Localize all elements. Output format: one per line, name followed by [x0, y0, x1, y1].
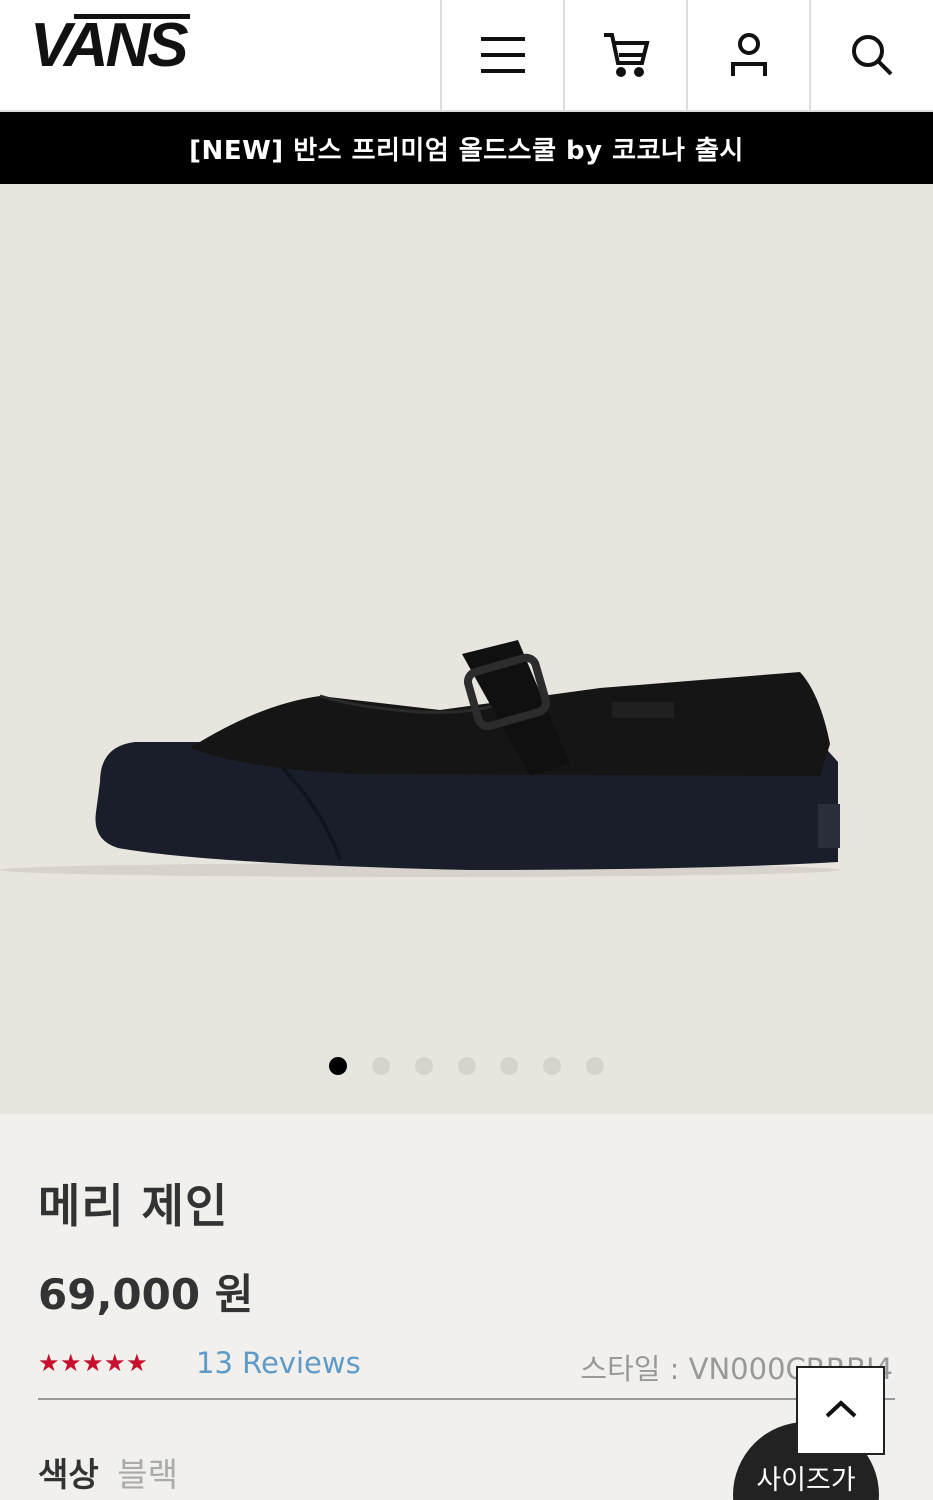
menu-icon	[480, 35, 526, 75]
rating-stars: ★★★★★ ★★★★★	[38, 1349, 168, 1377]
color-label: 색상	[38, 1455, 99, 1494]
vans-logo[interactable]: VANS	[30, 11, 191, 80]
gallery-dot[interactable]	[371, 1057, 390, 1075]
svg-text:VANS: VANS	[30, 14, 188, 74]
star-icons-filled: ★★★★★	[38, 1349, 149, 1377]
chevron-up-icon	[824, 1399, 858, 1423]
scroll-top-button[interactable]	[796, 1366, 885, 1455]
color-value: 블랙	[117, 1455, 178, 1494]
cart-button[interactable]	[563, 0, 686, 110]
product-rating: ★★★★★ ★★★★★ 13 Reviews	[38, 1346, 361, 1380]
promo-banner[interactable]: [NEW] 반스 프리미엄 올드스쿨 by 코코나 출시	[0, 112, 933, 184]
divider	[38, 1398, 895, 1400]
reviews-link[interactable]: 13 Reviews	[196, 1346, 361, 1380]
product-image-gallery[interactable]	[0, 184, 933, 1114]
gallery-dot[interactable]	[329, 1057, 348, 1075]
gallery-dot[interactable]	[457, 1057, 476, 1075]
search-button[interactable]	[809, 0, 932, 110]
site-header: VANS	[0, 0, 933, 112]
promo-text: [NEW] 반스 프리미엄 올드스쿨 by 코코나 출시	[189, 135, 744, 166]
gallery-dot[interactable]	[585, 1057, 604, 1075]
gallery-dot[interactable]	[500, 1057, 519, 1075]
account-button[interactable]	[686, 0, 809, 110]
product-image	[0, 640, 840, 877]
search-icon	[850, 33, 894, 77]
product-price: 69,000 원	[38, 1270, 254, 1319]
gallery-pagination	[0, 1057, 933, 1077]
product-title: 메리 제인	[38, 1179, 229, 1233]
size-guide-label: 사이즈가	[756, 1465, 856, 1496]
color-row: 색상 블랙	[38, 1448, 178, 1496]
menu-button[interactable]	[440, 0, 563, 110]
gallery-dot[interactable]	[543, 1057, 562, 1075]
cart-icon	[602, 32, 650, 78]
gallery-dot[interactable]	[414, 1057, 433, 1075]
account-icon	[729, 32, 769, 78]
